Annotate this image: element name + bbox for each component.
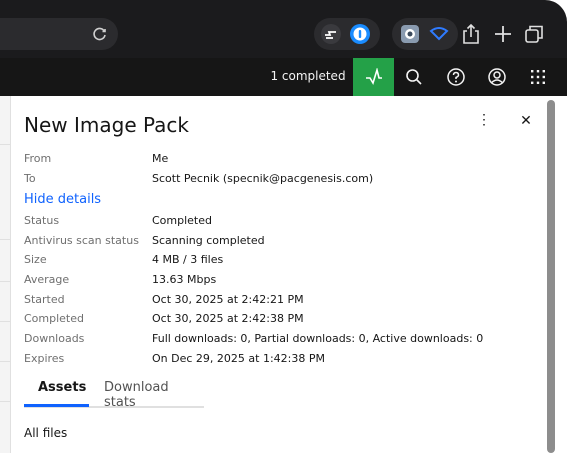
completed-value: Oct 30, 2025 at 2:42:38 PM bbox=[152, 312, 304, 325]
reload-icon[interactable] bbox=[90, 24, 110, 44]
password-manager-icon[interactable] bbox=[349, 23, 371, 45]
overflow-menu-button[interactable]: ⋮ bbox=[473, 108, 495, 132]
list-divider bbox=[0, 239, 10, 240]
share-icon[interactable] bbox=[460, 23, 482, 45]
content-area: New Image Pack ⋮ ✕ From Me To Scott Pecn… bbox=[0, 96, 567, 453]
vpn-extension-icon[interactable] bbox=[428, 23, 450, 45]
expires-value: On Dec 29, 2025 at 1:42:38 PM bbox=[152, 352, 325, 365]
panel-title: New Image Pack bbox=[24, 113, 189, 137]
transfer-list-edge bbox=[0, 96, 11, 453]
size-value: 4 MB / 3 files bbox=[152, 253, 224, 266]
browser-toolbar bbox=[0, 0, 567, 58]
status-value: Completed bbox=[152, 214, 212, 227]
completed-count: 1 completed bbox=[270, 69, 346, 83]
downloads-value: Full downloads: 0, Partial downloads: 0,… bbox=[152, 332, 484, 345]
antivirus-label: Antivirus scan status bbox=[24, 234, 139, 247]
help-button[interactable] bbox=[436, 58, 476, 96]
list-divider bbox=[0, 281, 10, 282]
user-button[interactable] bbox=[477, 58, 517, 96]
activity-button[interactable] bbox=[353, 58, 394, 96]
new-tab-icon[interactable] bbox=[492, 23, 514, 45]
browser-window: 1 completed New Image Pack ⋮ ✕ From Me T… bbox=[0, 0, 567, 453]
hide-details-link[interactable]: Hide details bbox=[24, 192, 101, 207]
scrollbar-thumb[interactable] bbox=[547, 100, 555, 453]
search-button[interactable] bbox=[394, 58, 434, 96]
activity-icon bbox=[366, 68, 382, 85]
app-grid-icon bbox=[531, 70, 545, 84]
from-label: From bbox=[24, 152, 52, 165]
sync-extension-icon[interactable] bbox=[320, 23, 342, 45]
transfer-details-panel: New Image Pack ⋮ ✕ From Me To Scott Pecn… bbox=[11, 96, 547, 453]
screenshot-extension-icon[interactable] bbox=[399, 23, 421, 45]
extensions-group-2 bbox=[392, 18, 458, 50]
to-value: Scott Pecnik (specnik@pacgenesis.com) bbox=[152, 172, 374, 185]
app-header: 1 completed bbox=[0, 58, 567, 96]
list-divider bbox=[0, 401, 10, 402]
tab-assets[interactable]: Assets bbox=[38, 380, 86, 395]
address-bar[interactable] bbox=[0, 18, 118, 50]
help-icon bbox=[447, 68, 465, 86]
active-tab-indicator bbox=[24, 404, 89, 407]
downloads-label: Downloads bbox=[24, 332, 85, 345]
close-button[interactable]: ✕ bbox=[515, 108, 537, 132]
antivirus-value: Scanning completed bbox=[152, 234, 265, 247]
search-icon bbox=[406, 69, 422, 85]
list-divider bbox=[0, 321, 10, 322]
status-label: Status bbox=[24, 214, 60, 227]
to-label: To bbox=[24, 172, 36, 185]
tab-overview-icon[interactable] bbox=[523, 23, 545, 45]
size-label: Size bbox=[24, 253, 47, 266]
completed-label: Completed bbox=[24, 312, 84, 325]
list-divider bbox=[0, 144, 10, 145]
average-value: 13.63 Mbps bbox=[152, 273, 217, 286]
extensions-group bbox=[314, 18, 380, 50]
started-label: Started bbox=[24, 293, 65, 306]
started-value: Oct 30, 2025 at 2:42:21 PM bbox=[152, 293, 304, 306]
tab-download-stats[interactable]: Download stats bbox=[104, 380, 204, 410]
user-avatar-icon bbox=[488, 68, 506, 86]
average-label: Average bbox=[24, 273, 70, 286]
list-divider bbox=[0, 361, 10, 362]
app-switcher-button[interactable] bbox=[518, 58, 558, 96]
expires-label: Expires bbox=[24, 352, 65, 365]
from-value: Me bbox=[152, 152, 169, 165]
all-files-heading: All files bbox=[24, 426, 68, 440]
details-tabs: Assets Download stats bbox=[24, 374, 204, 410]
